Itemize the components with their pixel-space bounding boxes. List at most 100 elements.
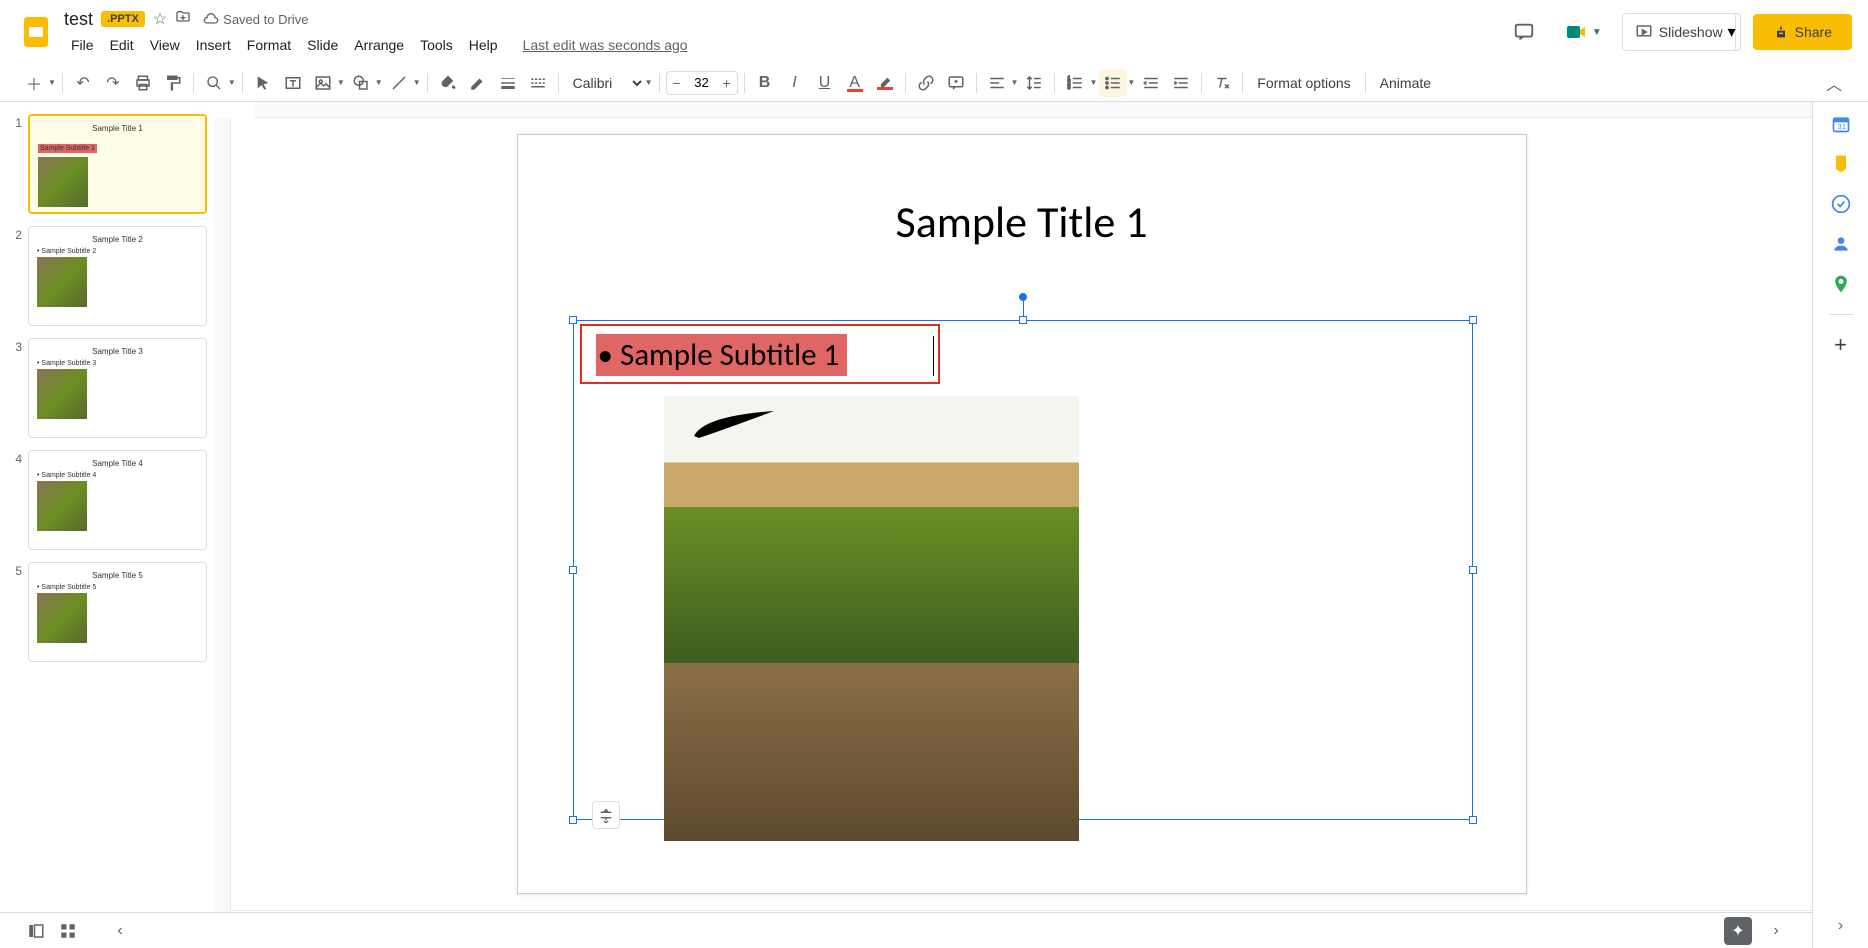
doc-title[interactable]: test (64, 9, 93, 30)
slide-canvas[interactable]: Sample Title 1 Sample Subtitle 1 (517, 134, 1527, 894)
comments-icon[interactable] (1504, 12, 1544, 52)
tasks-icon[interactable] (1831, 194, 1851, 214)
hide-panel-icon[interactable]: › (1831, 916, 1851, 936)
toolbar-collapse-icon[interactable]: ︿ (1820, 69, 1848, 97)
bulleted-list-dropdown[interactable]: ▼ (1127, 78, 1135, 87)
align-button[interactable] (983, 69, 1011, 97)
border-color-button[interactable] (464, 69, 492, 97)
image-dropdown[interactable]: ▼ (337, 78, 345, 87)
star-icon[interactable]: ☆ (153, 9, 167, 29)
slides-logo[interactable] (16, 12, 56, 52)
shape-dropdown[interactable]: ▼ (375, 78, 383, 87)
line-tool[interactable] (385, 69, 413, 97)
text-selection-box: Sample Subtitle 1 (580, 324, 940, 384)
keep-icon[interactable] (1831, 154, 1851, 174)
border-dash-button[interactable] (524, 69, 552, 97)
contacts-icon[interactable] (1831, 234, 1851, 254)
last-edit-link[interactable]: Last edit was seconds ago (523, 37, 688, 53)
font-family-select[interactable]: Calibri (565, 74, 645, 92)
resize-handle[interactable] (569, 566, 577, 574)
horizontal-ruler[interactable] (255, 102, 1812, 118)
slideshow-dropdown[interactable]: ▾ (1724, 13, 1741, 51)
decrease-indent-button[interactable] (1137, 69, 1165, 97)
line-spacing-button[interactable] (1020, 69, 1048, 97)
border-weight-button[interactable] (494, 69, 522, 97)
numbered-list-button[interactable]: 123 (1061, 69, 1089, 97)
meet-button[interactable]: ▼ (1556, 16, 1610, 48)
move-icon[interactable] (175, 9, 191, 30)
grid-view-icon[interactable] (52, 915, 84, 947)
underline-button[interactable]: U (811, 69, 839, 97)
menu-format[interactable]: Format (240, 33, 298, 57)
undo-button[interactable]: ↶ (69, 69, 97, 97)
share-button[interactable]: Share (1753, 14, 1852, 50)
clear-formatting-button[interactable] (1208, 69, 1236, 97)
autofit-button[interactable] (592, 801, 620, 829)
slide-image[interactable] (664, 396, 1079, 841)
slideshow-button[interactable]: Slideshow (1622, 13, 1736, 51)
slide-thumbnail[interactable]: Sample Title 4 • Sample Subtitle 4 (28, 450, 207, 550)
format-options-button[interactable]: Format options (1249, 75, 1358, 91)
redo-button[interactable]: ↷ (99, 69, 127, 97)
paint-format-button[interactable] (159, 69, 187, 97)
new-slide-dropdown[interactable]: ▼ (48, 78, 56, 87)
zoom-dropdown[interactable]: ▼ (228, 78, 236, 87)
maps-icon[interactable] (1831, 274, 1851, 294)
menu-insert[interactable]: Insert (189, 33, 238, 57)
font-size-decrease[interactable]: − (667, 75, 687, 91)
highlight-color-button[interactable] (871, 69, 899, 97)
menu-tools[interactable]: Tools (413, 33, 460, 57)
print-button[interactable] (129, 69, 157, 97)
insert-comment-button[interactable] (942, 69, 970, 97)
rotate-handle[interactable] (1019, 293, 1027, 301)
new-slide-button[interactable]: ＋ (20, 69, 48, 97)
bulleted-list-button[interactable] (1099, 69, 1127, 97)
resize-handle[interactable] (1469, 566, 1477, 574)
slide-thumbnail[interactable]: Sample Title 5 • Sample Subtitle 5 (28, 562, 207, 662)
slide-thumbnail[interactable]: Sample Title 1 Sample Subtitle 1 (28, 114, 207, 214)
resize-handle[interactable] (1469, 816, 1477, 824)
image-tool[interactable] (309, 69, 337, 97)
font-size-increase[interactable]: + (717, 75, 737, 91)
resize-handle[interactable] (1469, 316, 1477, 324)
vertical-ruler[interactable] (215, 118, 231, 948)
subtitle-text[interactable]: Sample Subtitle 1 (596, 334, 848, 376)
select-tool[interactable] (249, 69, 277, 97)
menu-view[interactable]: View (143, 33, 187, 57)
line-dropdown[interactable]: ▼ (413, 78, 421, 87)
content-placeholder[interactable]: Sample Subtitle 1 (573, 320, 1473, 820)
slide-title[interactable]: Sample Title 1 (518, 195, 1526, 249)
resize-handle[interactable] (569, 316, 577, 324)
slide-number: 2 (8, 226, 28, 326)
next-icon[interactable]: › (1760, 915, 1792, 947)
animate-button[interactable]: Animate (1372, 75, 1439, 91)
menu-slide[interactable]: Slide (300, 33, 345, 57)
bold-button[interactable]: B (751, 69, 779, 97)
collapse-filmstrip-icon[interactable]: ‹ (104, 915, 136, 947)
italic-button[interactable]: I (781, 69, 809, 97)
increase-indent-button[interactable] (1167, 69, 1195, 97)
menu-file[interactable]: File (64, 33, 101, 57)
fill-color-button[interactable] (434, 69, 462, 97)
slide-thumbnail[interactable]: Sample Title 2 • Sample Subtitle 2 (28, 226, 207, 326)
menu-edit[interactable]: Edit (103, 33, 141, 57)
explore-button[interactable]: ✦ (1724, 917, 1752, 945)
text-color-button[interactable]: A (841, 69, 869, 97)
zoom-button[interactable] (200, 69, 228, 97)
resize-handle[interactable] (1019, 316, 1027, 324)
bottom-bar: ‹ ✦ › (0, 912, 1812, 948)
menu-help[interactable]: Help (462, 33, 505, 57)
calendar-icon[interactable]: 31 (1831, 114, 1851, 134)
add-addon-icon[interactable]: + (1831, 335, 1851, 355)
resize-handle[interactable] (569, 816, 577, 824)
shape-tool[interactable] (347, 69, 375, 97)
slide-thumbnail[interactable]: Sample Title 3 • Sample Subtitle 3 (28, 338, 207, 438)
numbered-list-dropdown[interactable]: ▼ (1089, 78, 1097, 87)
filmstrip-view-icon[interactable] (20, 915, 52, 947)
canvas-area: Sample Title 1 Sample Subtitle 1 (215, 102, 1812, 948)
insert-link-button[interactable] (912, 69, 940, 97)
align-dropdown[interactable]: ▼ (1011, 78, 1019, 87)
textbox-tool[interactable] (279, 69, 307, 97)
menu-arrange[interactable]: Arrange (347, 33, 411, 57)
font-size-input[interactable] (687, 75, 717, 90)
